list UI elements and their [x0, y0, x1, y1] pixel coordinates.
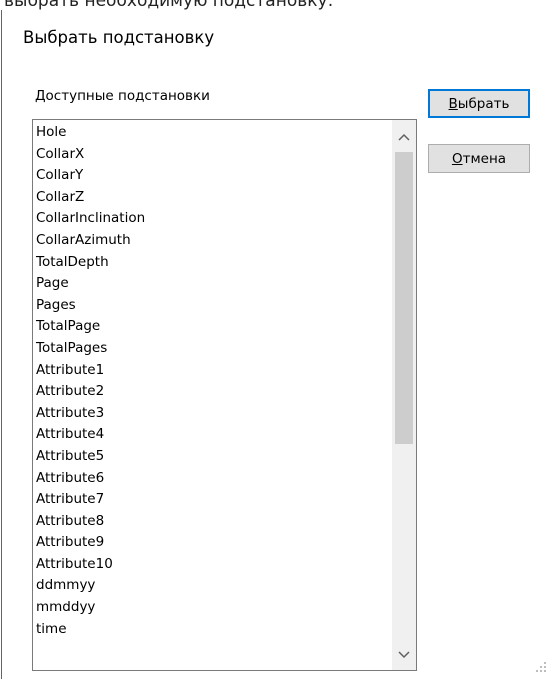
list-item[interactable]: Attribute10 — [33, 554, 393, 576]
list-item[interactable]: Attribute1 — [33, 360, 393, 382]
list-item[interactable]: Attribute8 — [33, 511, 393, 533]
substitutions-listbox[interactable]: Hole CollarX CollarY CollarZ CollarInclinati… — [32, 119, 417, 671]
list-item[interactable]: Pages — [33, 295, 393, 317]
chevron-down-icon — [398, 651, 410, 659]
list-item[interactable]: TotalPages — [33, 338, 393, 360]
list-item[interactable]: CollarY — [33, 165, 393, 187]
list-item[interactable]: CollarAzimuth — [33, 230, 393, 252]
list-item[interactable]: CollarInclination — [33, 208, 393, 230]
available-substitutions-label: Доступные подстановки — [35, 88, 210, 104]
list-item[interactable]: mmddyy — [33, 597, 393, 619]
list-item[interactable]: Page — [33, 273, 393, 295]
background-instruction-text: выбрать необходимую подстановку: — [4, 0, 334, 10]
list-item[interactable]: ddmmyy — [33, 575, 393, 597]
list-item[interactable]: Attribute7 — [33, 489, 393, 511]
select-button[interactable]: Выбрать — [428, 89, 530, 118]
chevron-up-icon — [398, 133, 410, 141]
scroll-down-button[interactable] — [392, 644, 416, 666]
screen: выбрать необходимую подстановку: Выбрать… — [0, 0, 555, 679]
list-item[interactable]: TotalPage — [33, 316, 393, 338]
resize-grip-icon[interactable] — [535, 661, 547, 673]
list-item[interactable]: Attribute3 — [33, 403, 393, 425]
list-item[interactable]: Attribute2 — [33, 381, 393, 403]
cancel-button-label: тмена — [462, 150, 507, 167]
list-item[interactable]: Attribute9 — [33, 532, 393, 554]
vertical-scrollbar[interactable] — [392, 120, 416, 670]
cancel-button-mnemonic: О — [451, 150, 463, 167]
list-item[interactable]: CollarX — [33, 144, 393, 166]
cancel-button[interactable]: Отмена — [428, 144, 530, 173]
list-item[interactable]: Attribute6 — [33, 468, 393, 490]
select-button-label: ыбрать — [457, 95, 510, 112]
scroll-thumb[interactable] — [395, 152, 413, 444]
list-item[interactable]: TotalDepth — [33, 252, 393, 274]
list-item[interactable]: time — [33, 619, 393, 641]
list-item[interactable]: Attribute4 — [33, 424, 393, 446]
list-item[interactable]: CollarZ — [33, 187, 393, 209]
select-substitution-dialog: Выбрать подстановку Доступные подстановк… — [1, 10, 555, 679]
substitutions-list: Hole CollarX CollarY CollarZ CollarInclinati… — [33, 122, 393, 640]
dialog-title: Выбрать подстановку — [23, 28, 215, 47]
scroll-up-button[interactable] — [392, 126, 416, 148]
select-button-mnemonic: В — [448, 95, 458, 112]
list-item[interactable]: Attribute5 — [33, 446, 393, 468]
list-item[interactable]: Hole — [33, 122, 393, 144]
